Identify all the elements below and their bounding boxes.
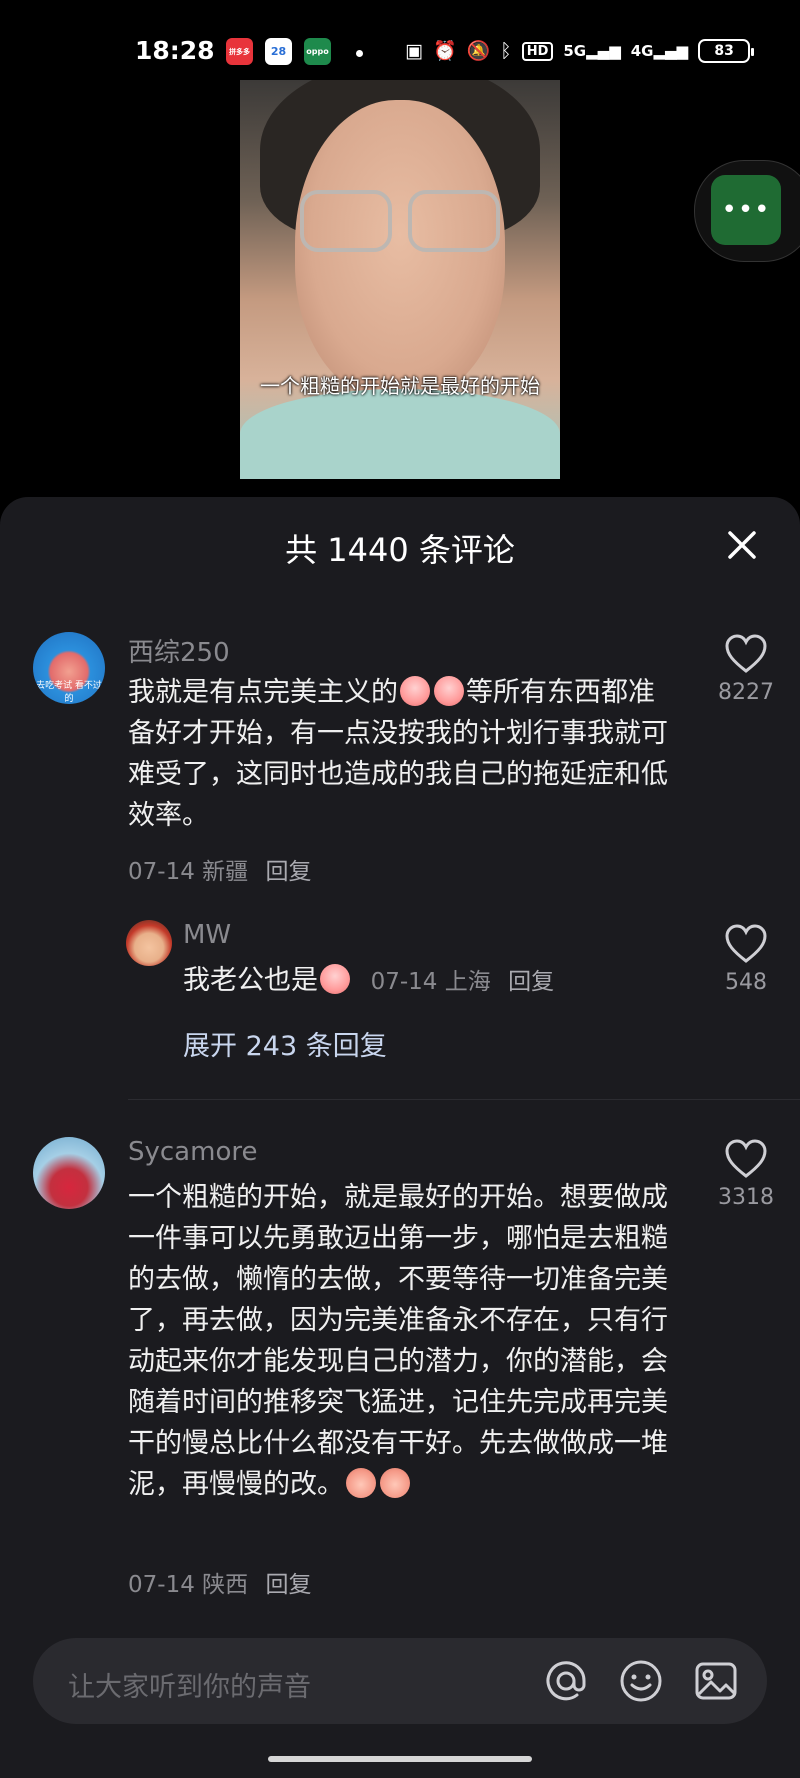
like-count: 548 xyxy=(725,970,767,995)
notification-dot-icon xyxy=(356,50,363,57)
comment-text: 一个粗糙的开始，就是最好的开始。想要做成一件事可以先勇敢迈出第一步，哪怕是去粗糙… xyxy=(128,1177,673,1505)
comments-sheet: 共 1440 条评论 去吃考试 看不过的 西综250 我就是有点完美主义的 等所有… xyxy=(0,497,800,1778)
avatar-sticker-text: 去吃考试 看不过的 xyxy=(36,681,102,704)
crying-emoji-icon xyxy=(400,676,430,706)
more-options-button[interactable]: ••• xyxy=(711,175,781,245)
video-player[interactable]: 一个粗糙的开始就是最好的开始 xyxy=(240,80,560,479)
heart-icon xyxy=(725,1139,767,1178)
comment-meta: 07-14 新疆 回复 xyxy=(128,852,311,886)
comment-meta: 07-14 上海 回复 xyxy=(371,969,554,995)
like-button[interactable]: 3318 xyxy=(706,1139,786,1210)
like-count: 3318 xyxy=(718,1185,774,1210)
comment-text-part: 我就是有点完美主义的 xyxy=(128,677,398,708)
bluetooth-icon: ᛒ xyxy=(500,39,512,62)
comment-location: 上海 xyxy=(444,969,491,995)
avatar[interactable] xyxy=(126,920,172,966)
peach-emoji-icon xyxy=(380,1468,410,1498)
video-frame-glasses xyxy=(300,190,392,252)
comment-username[interactable]: Sycamore xyxy=(128,1137,257,1167)
comment-input-bar[interactable]: 让大家听到你的声音 xyxy=(33,1638,767,1724)
home-indicator[interactable] xyxy=(268,1756,532,1762)
alarm-icon: ⏰ xyxy=(432,39,457,62)
comment-username[interactable]: MW xyxy=(183,920,231,950)
avatar[interactable] xyxy=(33,1137,105,1209)
close-icon[interactable] xyxy=(722,525,762,565)
battery-icon: 83 xyxy=(698,39,755,63)
status-indicators: ▣ ⏰ 🔕 ᛒ HD 5G▂▄▆ 4G▂▄▆ 83 xyxy=(405,37,755,65)
mention-icon[interactable] xyxy=(543,1658,589,1704)
comment-meta: 07-14 陕西 回复 xyxy=(128,1565,311,1599)
pinduoduo-app-icon: 拼多多 xyxy=(226,38,253,65)
crying-emoji-icon xyxy=(434,676,464,706)
oppo-app-icon: oppo xyxy=(304,38,331,65)
like-count: 8227 xyxy=(718,680,774,705)
video-frame-shirt xyxy=(240,389,560,479)
nfc-icon: ▣ xyxy=(405,39,423,62)
reply-button[interactable]: 回复 xyxy=(265,859,311,885)
avatar[interactable]: 去吃考试 看不过的 xyxy=(33,632,105,704)
peach-emoji-icon xyxy=(346,1468,376,1498)
comment-text-part: 我老公也是 xyxy=(183,965,318,996)
emoji-icon[interactable] xyxy=(618,1658,664,1704)
calendar-app-icon: 28 xyxy=(265,38,292,65)
status-time: 18:28 xyxy=(135,36,215,65)
signal-4g-icon: 4G▂▄▆ xyxy=(630,41,689,60)
comments-title: 共 1440 条评论 xyxy=(285,531,515,569)
comment-text: 我就是有点完美主义的 等所有东西都准备好才开始，有一点没按我的计划行事我就可难受了… xyxy=(128,672,673,836)
hd-icon: HD xyxy=(521,41,554,61)
reply-button[interactable]: 回复 xyxy=(508,969,554,995)
video-caption: 一个粗糙的开始就是最好的开始 xyxy=(260,374,540,398)
divider xyxy=(128,1099,800,1100)
image-icon[interactable] xyxy=(693,1658,739,1704)
like-button[interactable]: 548 xyxy=(706,924,786,995)
comment-location: 新疆 xyxy=(202,859,249,885)
comment-username[interactable]: 西综250 xyxy=(128,632,230,669)
comment-text: 我老公也是 07-14 上海 回复 xyxy=(183,960,683,1003)
comment-input-placeholder[interactable]: 让大家听到你的声音 xyxy=(68,1665,311,1704)
signal-5g-icon: 5G▂▄▆ xyxy=(563,41,621,60)
like-button[interactable]: 8227 xyxy=(706,634,786,705)
comment-date: 07-14 xyxy=(128,1572,195,1598)
comment-location: 陕西 xyxy=(202,1572,249,1598)
video-frame-glasses xyxy=(408,190,500,252)
heart-icon xyxy=(725,634,767,673)
comment-date: 07-14 xyxy=(128,859,195,885)
status-bar: 18:28 拼多多 28 oppo ▣ ⏰ 🔕 ᛒ HD 5G▂▄▆ 4G▂▄▆… xyxy=(0,0,800,70)
expand-replies-button[interactable]: 展开 243 条回复 xyxy=(183,1024,387,1063)
comment-text-part: 一个粗糙的开始，就是最好的开始。想要做成一件事可以先勇敢迈出第一步，哪怕是去粗糙… xyxy=(128,1182,668,1500)
heart-icon xyxy=(725,924,767,963)
mute-icon: 🔕 xyxy=(466,39,491,62)
comment-date: 07-14 xyxy=(370,969,438,995)
crying-emoji-icon xyxy=(320,964,350,994)
reply-button[interactable]: 回复 xyxy=(265,1572,311,1598)
